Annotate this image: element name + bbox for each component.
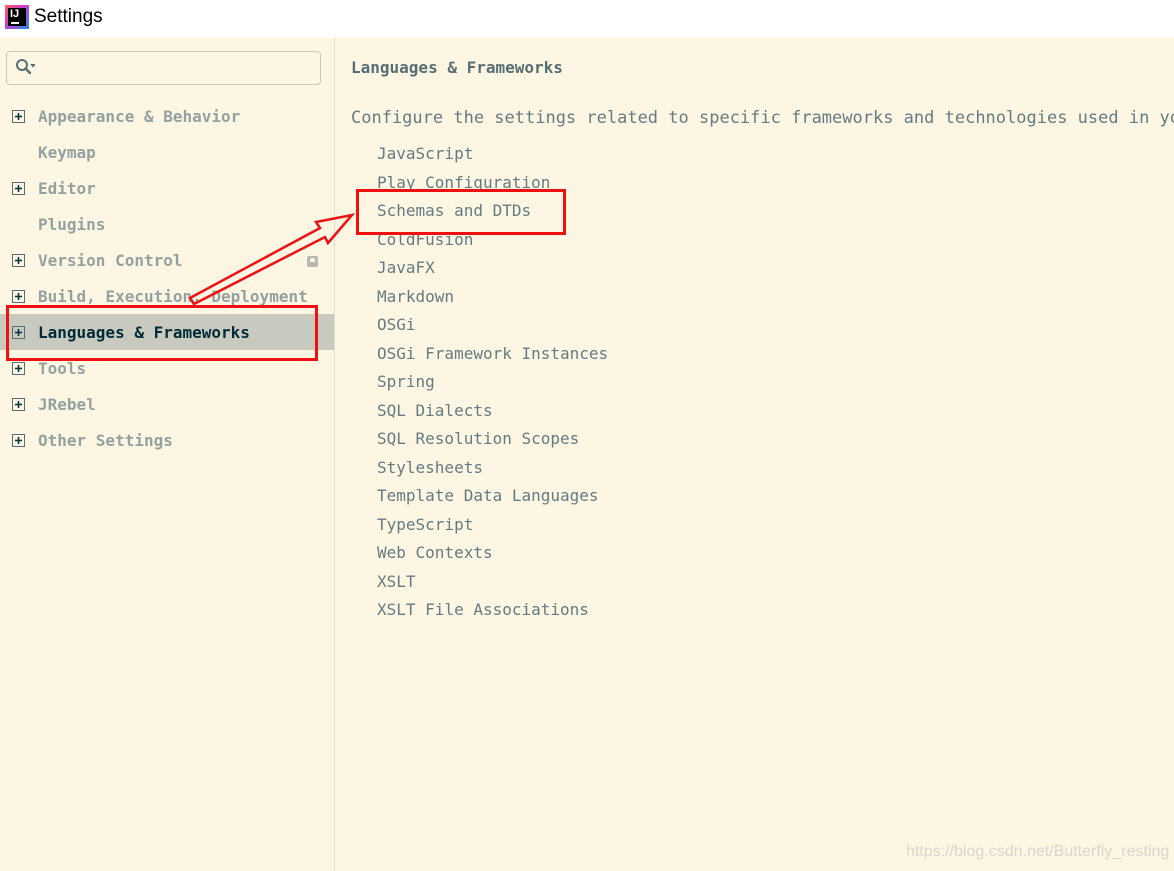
sidebar-item-label: Keymap — [38, 143, 96, 162]
link-sql-dialects[interactable]: SQL Dialects — [377, 401, 493, 420]
sidebar-item-label: Build, Execution, Deployment — [38, 287, 308, 306]
page-title: Languages & Frameworks — [351, 58, 563, 77]
sidebar-item-build-execution-deployment[interactable]: Build, Execution, Deployment — [0, 278, 334, 314]
link-markdown[interactable]: Markdown — [377, 287, 454, 306]
page-description: Configure the settings related to specif… — [351, 108, 1174, 128]
link-typescript[interactable]: TypeScript — [377, 515, 473, 534]
settings-content: Languages & Frameworks Configure the set… — [335, 38, 1174, 871]
link-play-configuration[interactable]: Play Configuration — [377, 173, 550, 192]
link-osgi[interactable]: OSGi — [377, 315, 416, 334]
sidebar-item-label: Plugins — [38, 215, 106, 234]
expand-plus-icon[interactable] — [12, 398, 25, 411]
sidebar-item-label: JRebel — [38, 395, 96, 414]
expand-plus-icon[interactable] — [12, 434, 25, 447]
sidebar-item-version-control[interactable]: Version Control — [0, 242, 334, 278]
sidebar-item-plugins[interactable]: Plugins — [0, 206, 334, 242]
settings-sidebar: Appearance & Behavior Keymap Editor Plug… — [0, 38, 335, 871]
sidebar-item-label: Tools — [38, 359, 87, 378]
link-sql-resolution-scopes[interactable]: SQL Resolution Scopes — [377, 429, 579, 448]
sidebar-item-label: Editor — [38, 179, 96, 198]
sidebar-item-label: Appearance & Behavior — [38, 107, 241, 126]
sidebar-item-label: Languages & Frameworks — [38, 323, 250, 342]
link-coldfusion[interactable]: ColdFusion — [377, 230, 473, 249]
link-javascript[interactable]: JavaScript — [377, 144, 473, 163]
sidebar-item-label: Version Control — [38, 251, 183, 270]
link-template-data-languages[interactable]: Template Data Languages — [377, 486, 599, 505]
sidebar-item-jrebel[interactable]: JRebel — [0, 386, 334, 422]
title-bar: IJ Settings — [0, 0, 1174, 38]
expand-plus-icon[interactable] — [12, 110, 25, 123]
intellij-idea-icon: IJ — [5, 5, 29, 29]
sidebar-item-languages-frameworks[interactable]: Languages & Frameworks — [0, 314, 334, 350]
expand-plus-icon[interactable] — [12, 182, 25, 195]
link-schemas-and-dtds[interactable]: Schemas and DTDs — [377, 201, 531, 220]
sidebar-item-other-settings[interactable]: Other Settings — [0, 422, 334, 458]
sidebar-item-label: Other Settings — [38, 431, 173, 450]
link-xslt-file-associations[interactable]: XSLT File Associations — [377, 600, 589, 619]
sidebar-item-appearance-behavior[interactable]: Appearance & Behavior — [0, 98, 334, 134]
expand-plus-icon[interactable] — [12, 254, 25, 267]
sidebar-item-editor[interactable]: Editor — [0, 170, 334, 206]
link-xslt[interactable]: XSLT — [377, 572, 416, 591]
sidebar-item-tools[interactable]: Tools — [0, 350, 334, 386]
window-title: Settings — [34, 6, 103, 27]
search-icon[interactable] — [15, 58, 35, 78]
project-level-icon — [307, 256, 318, 267]
link-stylesheets[interactable]: Stylesheets — [377, 458, 483, 477]
expand-plus-icon[interactable] — [12, 362, 25, 375]
link-spring[interactable]: Spring — [377, 372, 435, 391]
link-web-contexts[interactable]: Web Contexts — [377, 543, 493, 562]
expand-plus-icon[interactable] — [12, 326, 25, 339]
watermark: https://blog.csdn.net/Butterfly_resting — [906, 843, 1170, 860]
sidebar-item-keymap[interactable]: Keymap — [0, 134, 334, 170]
expand-plus-icon[interactable] — [12, 290, 25, 303]
link-javafx[interactable]: JavaFX — [377, 258, 435, 277]
link-osgi-framework-instances[interactable]: OSGi Framework Instances — [377, 344, 608, 363]
search-field[interactable] — [6, 51, 321, 85]
